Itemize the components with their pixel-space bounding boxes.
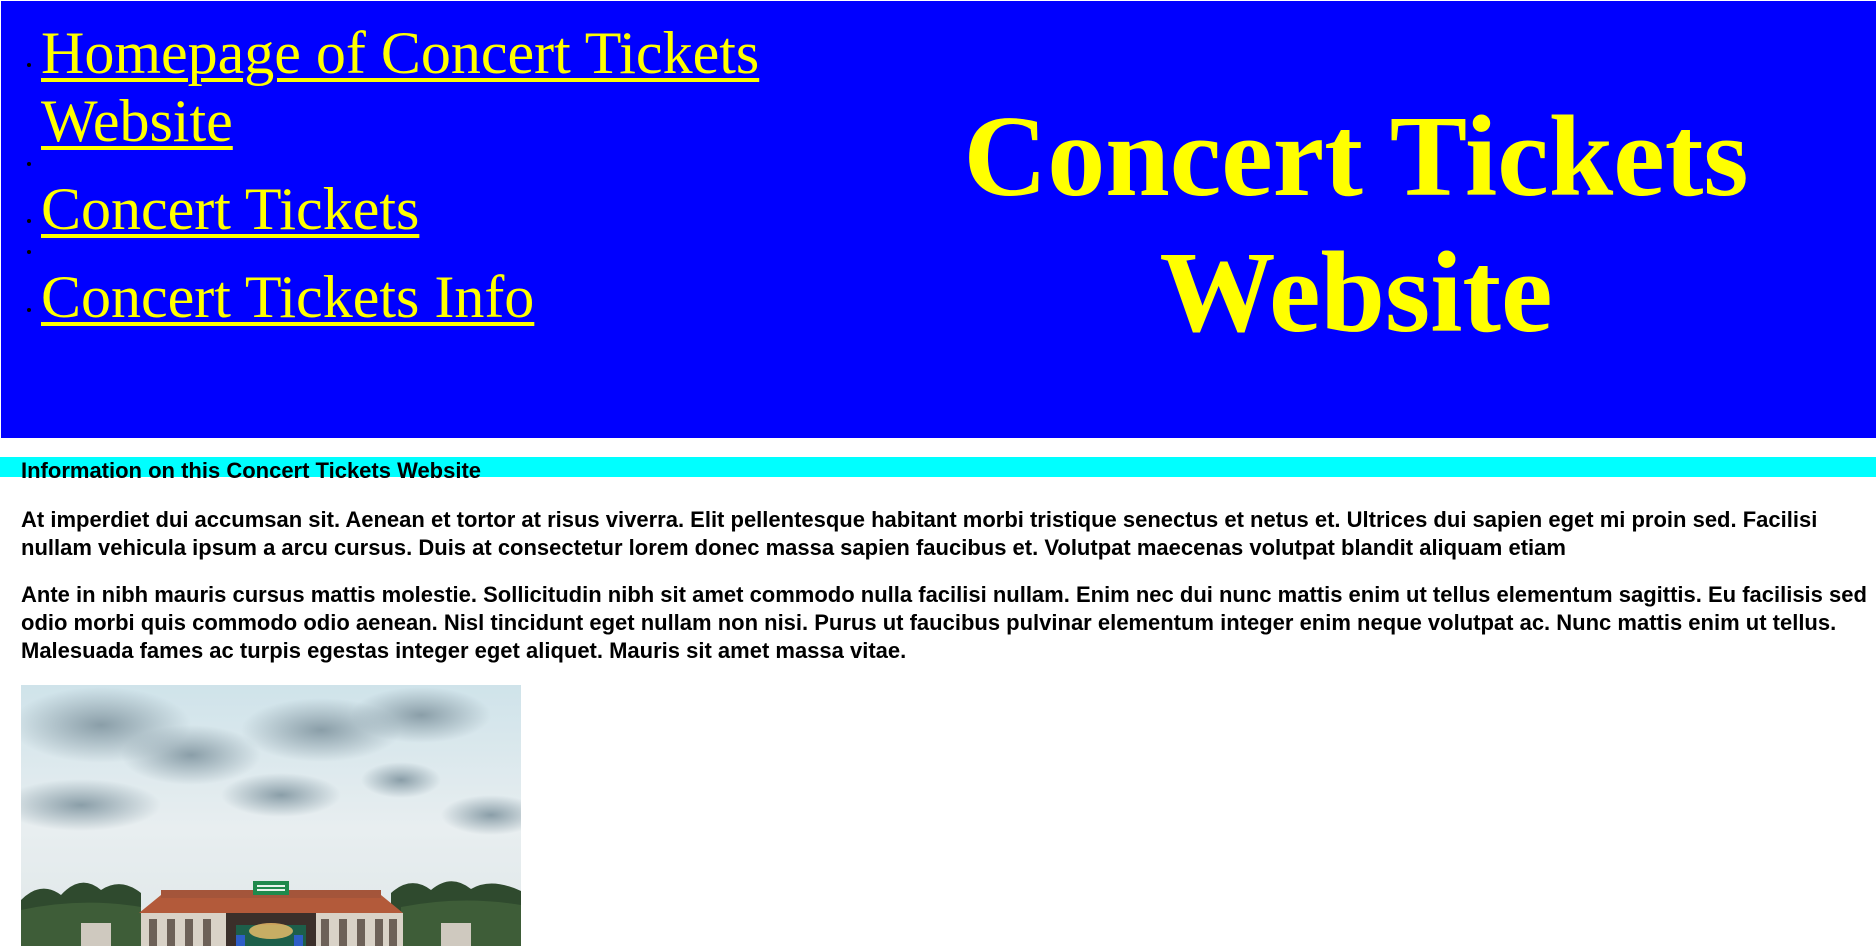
nav-link-homepage[interactable]: Homepage of Concert Tickets Website [41, 19, 801, 155]
list-bullet-icon [27, 63, 31, 67]
nav-list: Homepage of Concert Tickets Website Conc… [1, 1, 801, 341]
nav-link-concert-tickets[interactable]: Concert Tickets [41, 175, 801, 243]
nav-item-homepage: Homepage of Concert Tickets Website [41, 19, 801, 155]
list-bullet-icon [27, 308, 31, 312]
info-heading: Information on this Concert Tickets Webs… [21, 458, 482, 483]
nav-item-concert-tickets: Concert Tickets [41, 175, 801, 243]
list-bullet-icon [27, 219, 31, 223]
site-header: Homepage of Concert Tickets Website Conc… [1, 1, 1876, 438]
nav-item-concert-tickets-info: Concert Tickets Info [41, 263, 801, 331]
site-title: Concert Tickets Website [963, 93, 1749, 357]
list-bullet-icon [27, 162, 31, 166]
body-paragraph: Ante in nibh mauris cursus mattis molest… [21, 582, 1867, 663]
body-paragraph: At imperdiet dui accumsan sit. Aenean et… [21, 507, 1818, 560]
concert-venue-photo [21, 685, 521, 946]
list-bullet-icon [27, 250, 31, 254]
nav-link-concert-tickets-info[interactable]: Concert Tickets Info [41, 263, 801, 331]
